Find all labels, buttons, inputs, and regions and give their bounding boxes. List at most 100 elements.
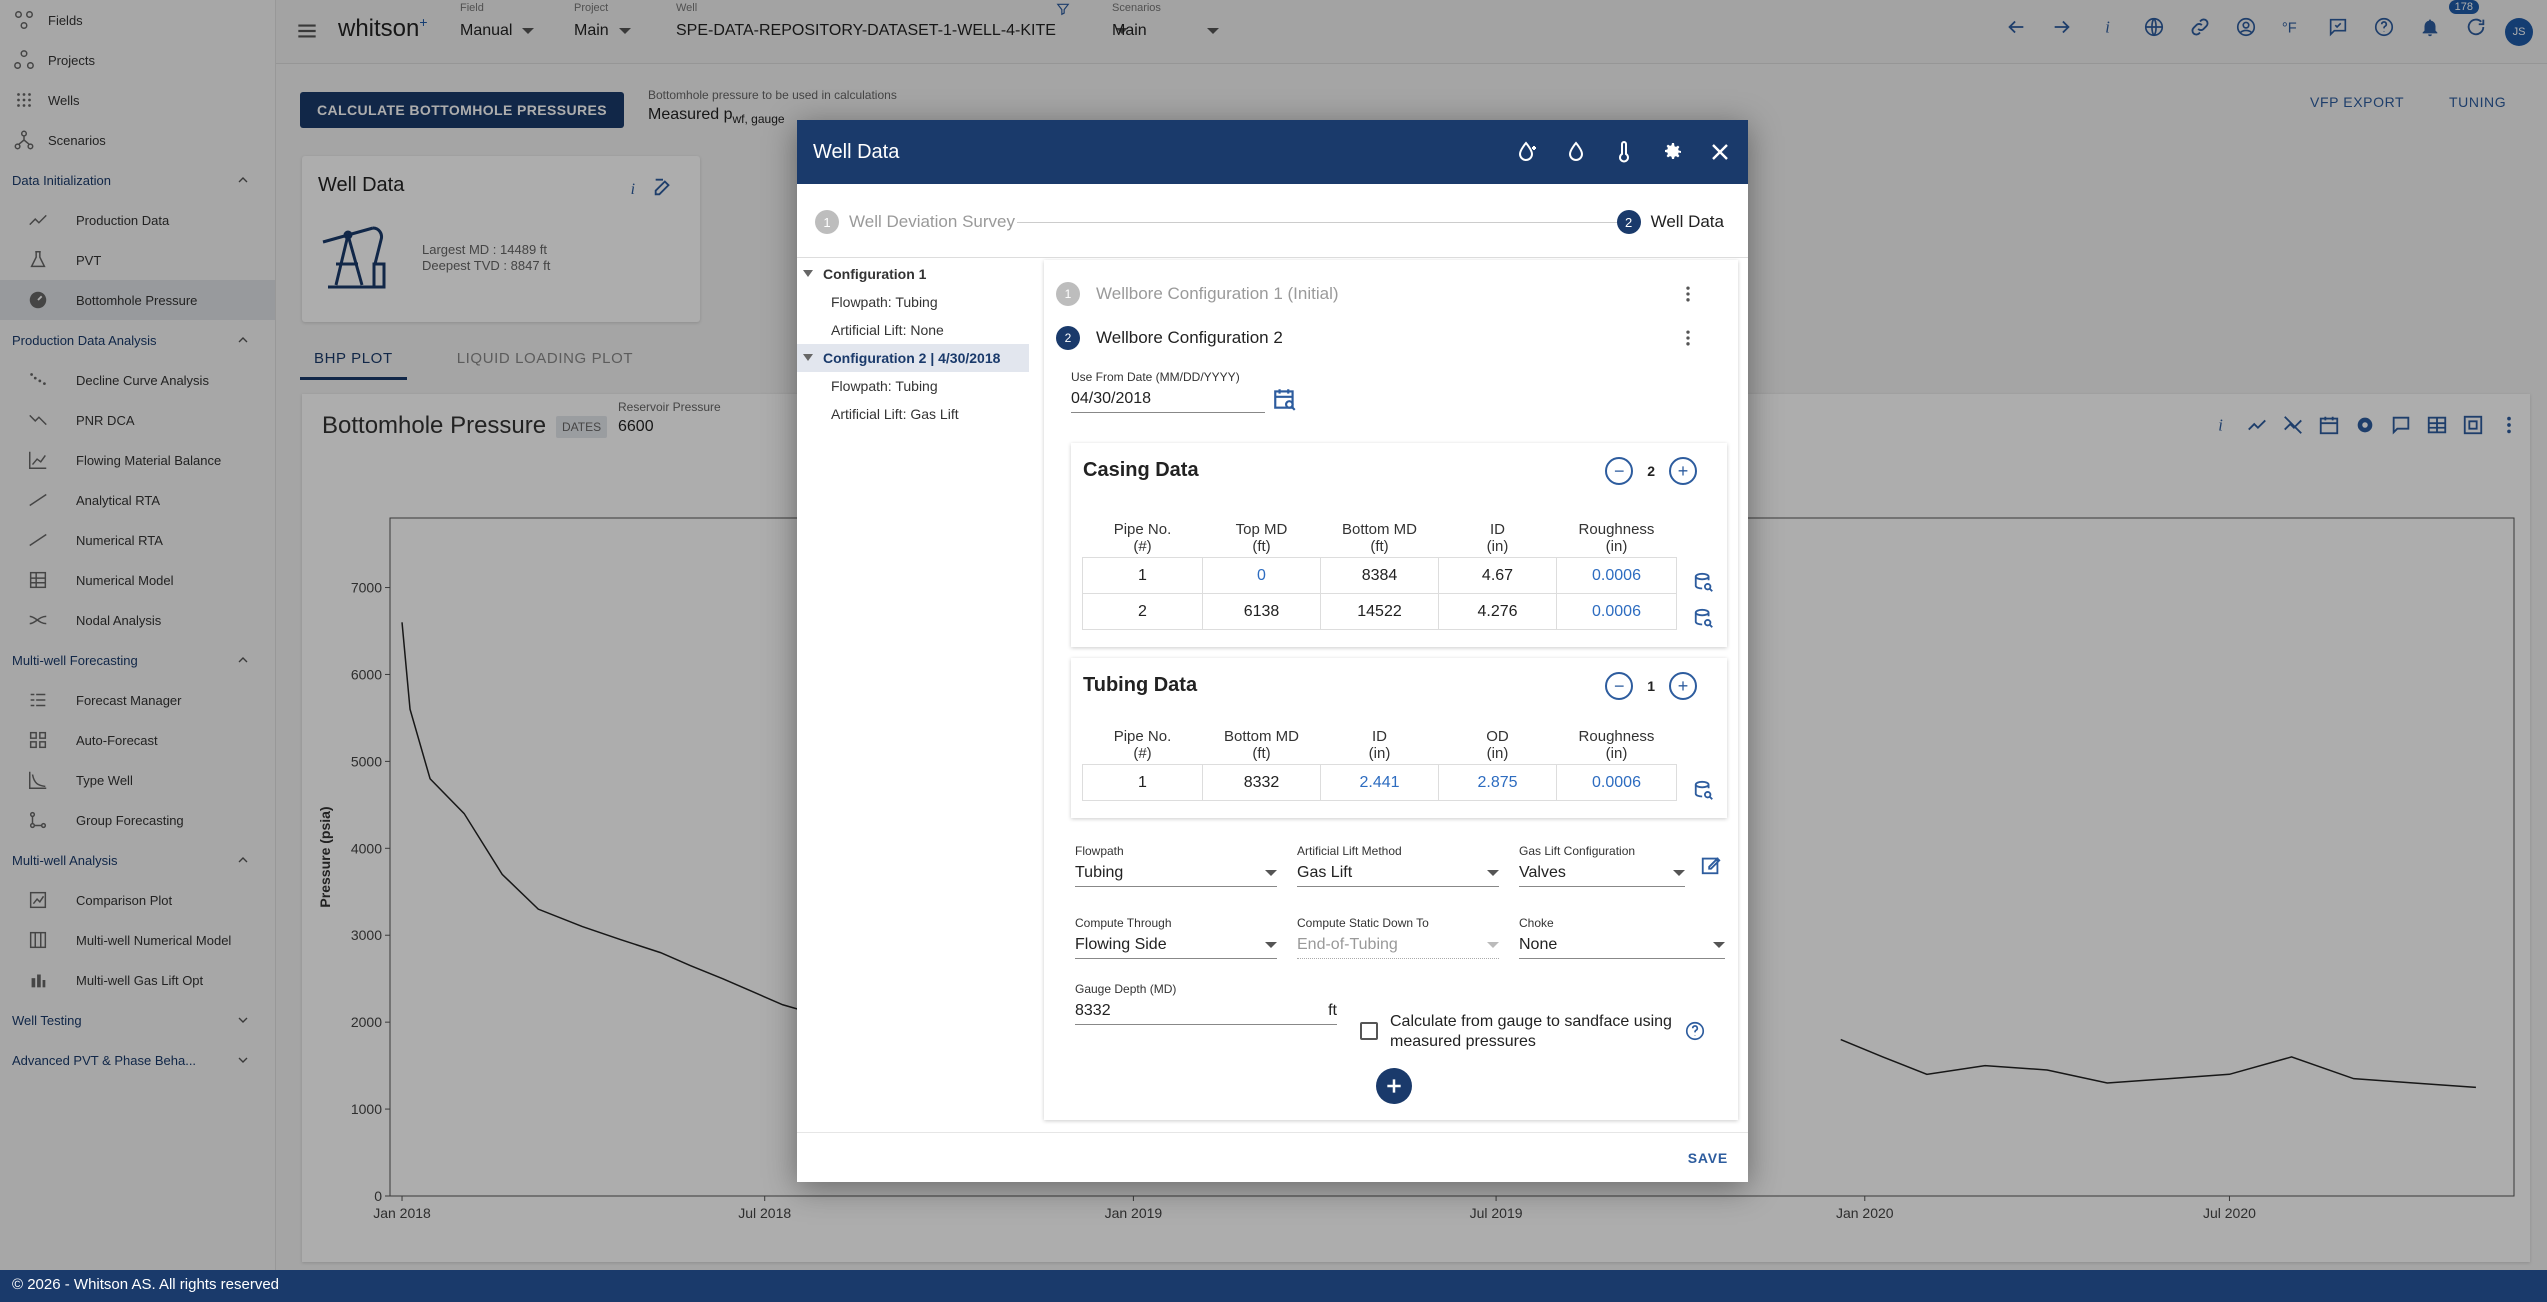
artificial-lift-method-select[interactable]: Artificial Lift Method Gas Lift	[1297, 844, 1499, 887]
decrement-button[interactable]: −	[1605, 672, 1634, 700]
gauge-depth-field[interactable]: Gauge Depth (MD) 8332 ft	[1075, 982, 1337, 1025]
plus-icon	[1387, 1079, 1401, 1093]
step-well-deviation-survey[interactable]: 1 Well Deviation Survey	[815, 210, 1015, 234]
configuration-editor: 1 Wellbore Configuration 1 (Initial) 2 W…	[1044, 260, 1738, 1120]
table-cell[interactable]: 4.276	[1438, 593, 1557, 630]
column-header: ID (in)	[1321, 726, 1439, 765]
gas-lift-configuration-select[interactable]: Gas Lift Configuration Valves	[1519, 844, 1685, 887]
settings-icon[interactable]	[1660, 140, 1684, 164]
wellbore-config-1[interactable]: 1 Wellbore Configuration 1 (Initial)	[1056, 282, 1339, 306]
tree-item-flowpath[interactable]: Flowpath: Tubing	[797, 372, 1029, 400]
flowpath-value: Tubing	[1075, 864, 1124, 881]
table-cell[interactable]: 0.0006	[1556, 593, 1677, 630]
database-search-icon[interactable]	[1693, 608, 1715, 630]
table-cell[interactable]: 0	[1202, 557, 1321, 594]
database-search-icon[interactable]	[1693, 780, 1715, 802]
tree-label: Configuration 2 | 4/30/2018	[823, 350, 1001, 366]
use-from-date-value[interactable]: 04/30/2018	[1071, 386, 1265, 413]
gauge-depth-value[interactable]: 8332	[1075, 1002, 1111, 1020]
dropdown-arrow-icon	[1673, 870, 1685, 876]
add-configuration-button[interactable]	[1376, 1068, 1412, 1104]
tree-item-artificial-lift[interactable]: Artificial Lift: Gas Lift	[797, 400, 1029, 428]
tree-configuration-1[interactable]: Configuration 1	[797, 260, 1029, 288]
casing-table: Pipe No. (#) Top MD (ft) Bottom MD (ft) ID (in)…	[1082, 519, 1677, 630]
flowpath-select[interactable]: Flowpath Tubing	[1075, 844, 1277, 887]
compute-static-down-to-select: Compute Static Down To End-of-Tubing	[1297, 916, 1499, 959]
footer: © 2026 - Whitson AS. All rights reserved	[0, 1270, 2547, 1302]
table-cell[interactable]: 6138	[1202, 593, 1321, 630]
compute-through-value: Flowing Side	[1075, 936, 1167, 953]
water-drop-icon[interactable]	[1564, 140, 1588, 164]
table-cell[interactable]: 0.0006	[1556, 764, 1677, 801]
wellbore-config-2[interactable]: 2 Wellbore Configuration 2	[1056, 326, 1283, 350]
header-unit: (in)	[1605, 745, 1628, 762]
tree-configuration-2[interactable]: Configuration 2 | 4/30/2018	[797, 344, 1029, 372]
save-button[interactable]: SAVE	[1688, 1150, 1728, 1166]
checkbox-label: Calculate from gauge to sandface using	[1390, 1013, 1672, 1030]
column-header: OD (in)	[1439, 726, 1557, 765]
table-cell[interactable]: 2.441	[1320, 764, 1439, 801]
dialog-stepper: 1 Well Deviation Survey 2 Well Data	[797, 184, 1748, 258]
table-cell: 1	[1082, 764, 1203, 801]
field-label: Artificial Lift Method	[1297, 844, 1402, 858]
tubing-table: Pipe No. (#) Bottom MD (ft) ID (in) OD (in) Roug…	[1082, 726, 1677, 801]
table-cell[interactable]: 0.0006	[1556, 557, 1677, 594]
expand-arrow-icon[interactable]	[803, 270, 813, 277]
edit-icon[interactable]	[1700, 854, 1722, 876]
thermometer-icon[interactable]	[1612, 140, 1636, 164]
header-unit: (in)	[1486, 538, 1509, 555]
step-number: 1	[815, 210, 839, 234]
choke-select[interactable]: Choke None	[1519, 916, 1725, 959]
table-cell[interactable]: 14522	[1320, 593, 1439, 630]
config-number: 2	[1056, 326, 1080, 350]
more-vert-icon[interactable]	[1678, 284, 1698, 304]
close-icon[interactable]	[1708, 140, 1732, 164]
header-label: OD	[1486, 728, 1509, 745]
column-header: Bottom MD (ft)	[1203, 726, 1321, 765]
header-label: Roughness	[1578, 521, 1655, 538]
decrement-button[interactable]: −	[1605, 457, 1634, 485]
tubing-data-card: Tubing Data − 1 + Pipe No. (#) Bottom MD (f…	[1071, 658, 1727, 818]
expand-arrow-icon[interactable]	[803, 354, 813, 361]
column-header: Pipe No. (#)	[1083, 726, 1203, 765]
header-unit: (ft)	[1252, 745, 1271, 762]
compute-through-select[interactable]: Compute Through Flowing Side	[1075, 916, 1277, 959]
table-row: 2 6138 14522 4.276 0.0006	[1082, 593, 1677, 630]
checkbox-label: measured pressures	[1390, 1033, 1536, 1050]
table-cell[interactable]: 2.875	[1438, 764, 1557, 801]
tree-item-artificial-lift[interactable]: Artificial Lift: None	[797, 316, 1029, 344]
more-vert-icon[interactable]	[1678, 328, 1698, 348]
column-header: Roughness (in)	[1557, 519, 1677, 558]
dialog-footer: SAVE	[797, 1132, 1748, 1182]
step-well-data[interactable]: 2 Well Data	[1616, 210, 1724, 234]
column-header: ID (in)	[1439, 519, 1557, 558]
column-header: Top MD (ft)	[1203, 519, 1321, 558]
dialog-title: Well Data	[813, 140, 900, 163]
gauge-depth-unit: ft	[1328, 1002, 1337, 1019]
well-data-dialog: Well Data 1 Well Deviation Survey 2 Well…	[797, 120, 1748, 1182]
tubing-count-stepper: − 1 +	[1605, 672, 1697, 700]
calc-from-gauge-checkbox[interactable]	[1360, 1022, 1378, 1040]
header-unit: (in)	[1368, 745, 1391, 762]
header-unit: (ft)	[1252, 538, 1271, 555]
use-from-date-field[interactable]: Use From Date (MM/DD/YYYY) 04/30/2018	[1071, 370, 1265, 413]
choke-value: None	[1519, 936, 1558, 953]
dropdown-arrow-icon	[1265, 942, 1277, 948]
table-cell[interactable]: 4.67	[1438, 557, 1557, 594]
casing-count: 2	[1647, 463, 1655, 479]
table-cell[interactable]: 8332	[1202, 764, 1321, 801]
help-icon[interactable]	[1684, 1020, 1706, 1042]
tree-item-flowpath[interactable]: Flowpath: Tubing	[797, 288, 1029, 316]
database-search-icon[interactable]	[1693, 572, 1715, 594]
oil-drop-icon[interactable]	[1516, 140, 1540, 164]
table-cell[interactable]: 8384	[1320, 557, 1439, 594]
header-label: Pipe No.	[1113, 521, 1172, 538]
calendar-search-icon[interactable]	[1272, 386, 1298, 412]
increment-button[interactable]: +	[1669, 457, 1697, 485]
increment-button[interactable]: +	[1669, 672, 1697, 700]
config-label: Wellbore Configuration 1 (Initial)	[1096, 284, 1339, 303]
table-cell: 2	[1082, 593, 1203, 630]
tree-label: Configuration 1	[823, 266, 927, 282]
field-label: Flowpath	[1075, 844, 1124, 858]
config-number: 1	[1056, 282, 1080, 306]
